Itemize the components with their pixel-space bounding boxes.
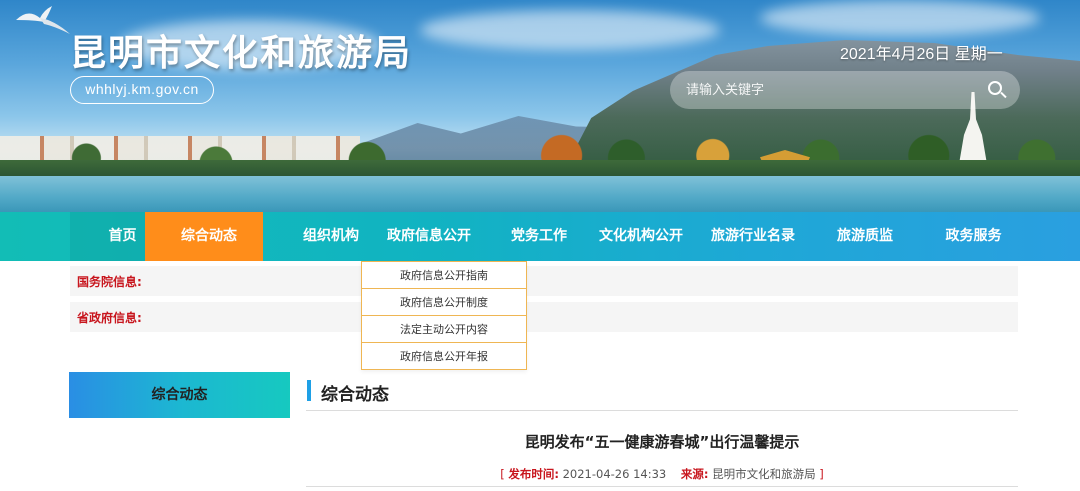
meta-open-bracket: [ xyxy=(500,467,505,481)
search-input[interactable] xyxy=(686,80,966,100)
article-source: 昆明市文化和旅游局 xyxy=(712,467,816,481)
lake xyxy=(0,176,1080,212)
banner: 昆明市文化和旅游局 whhlyj.km.gov.cn 2021年4月26日 星期… xyxy=(0,0,1080,212)
cloud xyxy=(760,0,1040,36)
current-date: 2021年4月26日 星期一 xyxy=(840,46,1003,63)
sidebar-title[interactable]: 综合动态 xyxy=(69,372,290,418)
section-title: 综合动态 xyxy=(321,385,389,405)
main-nav: 首页 综合动态 组织机构 政府信息公开 党务工作 文化机构公开 旅游行业名录 旅… xyxy=(0,212,1080,261)
state-council-info-label[interactable]: 国务院信息: xyxy=(77,273,142,290)
province-info-label[interactable]: 省政府信息: xyxy=(77,309,142,326)
section-accent-bar xyxy=(307,380,311,401)
nav-inner: 首页 综合动态 组织机构 政府信息公开 党务工作 文化机构公开 旅游行业名录 旅… xyxy=(70,212,1020,261)
nav-item-tourism-directory[interactable]: 旅游行业名录 xyxy=(697,212,809,261)
nav-item-party-affairs[interactable]: 党务工作 xyxy=(485,212,585,261)
gov-info-dropdown: 政府信息公开指南 政府信息公开制度 法定主动公开内容 政府信息公开年报 xyxy=(361,261,527,370)
nav-item-organization[interactable]: 组织机构 xyxy=(263,212,373,261)
nav-item-home[interactable]: 首页 xyxy=(70,212,145,261)
section-divider xyxy=(306,410,1018,411)
nav-item-culture-orgs[interactable]: 文化机构公开 xyxy=(585,212,697,261)
province-info-row: 省政府信息: xyxy=(70,302,1018,332)
dropdown-item-statutory-content[interactable]: 法定主动公开内容 xyxy=(362,316,526,343)
nav-item-tourism-quality[interactable]: 旅游质监 xyxy=(809,212,911,261)
state-council-info-row: 国务院信息: xyxy=(70,266,1018,296)
publish-time: 2021-04-26 14:33 xyxy=(562,467,667,481)
dropdown-item-system[interactable]: 政府信息公开制度 xyxy=(362,289,526,316)
dropdown-item-annual-report[interactable]: 政府信息公开年报 xyxy=(362,343,526,370)
source-label: 来源: xyxy=(680,467,709,481)
nav-item-news[interactable]: 综合动态 xyxy=(145,212,263,261)
nav-item-gov-info[interactable]: 政府信息公开 xyxy=(373,212,485,261)
site-title: 昆明市文化和旅游局 xyxy=(70,33,413,74)
cloud xyxy=(420,10,720,50)
article-meta: [ 发布时间: 2021-04-26 14:33 来源: 昆明市文化和旅游局 ] xyxy=(306,466,1018,482)
site-domain[interactable]: whhlyj.km.gov.cn xyxy=(70,76,214,104)
dropdown-item-guide[interactable]: 政府信息公开指南 xyxy=(362,262,526,289)
seagull-logo-icon xyxy=(14,0,74,40)
search-icon[interactable] xyxy=(986,79,1008,101)
publish-time-label: 发布时间: xyxy=(508,467,559,481)
article-title: 昆明发布“五一健康游春城”出行温馨提示 xyxy=(524,433,800,451)
meta-close-bracket: ] xyxy=(819,467,824,481)
nav-item-gov-services[interactable]: 政务服务 xyxy=(911,212,1020,261)
search-box xyxy=(670,71,1020,109)
meta-divider xyxy=(306,486,1018,487)
